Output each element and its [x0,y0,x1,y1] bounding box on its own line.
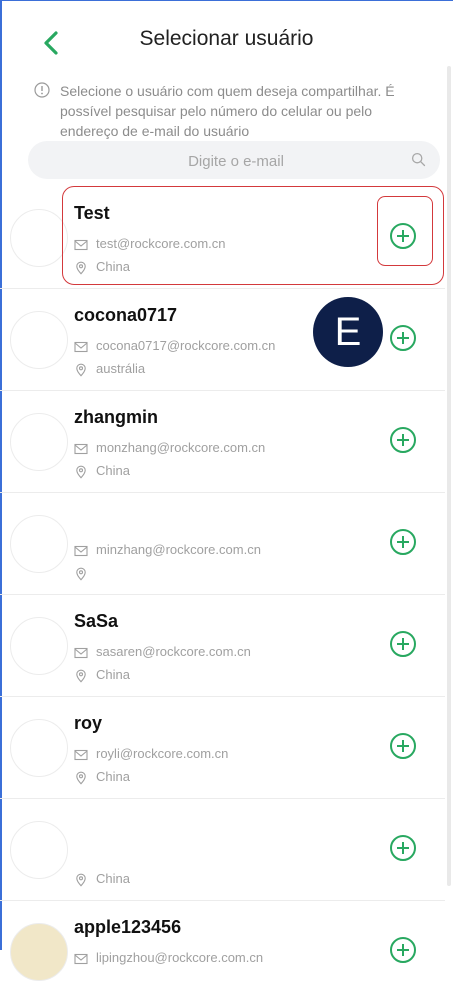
avatar [10,209,68,267]
location-text: China [96,667,130,682]
location-pin-icon [76,465,86,479]
avatar [10,515,68,573]
add-user-button[interactable] [388,731,418,761]
email-text: cocona0717@rockcore.com.cn [96,338,276,353]
mail-icon [74,953,88,965]
add-user-button[interactable] [388,323,418,353]
search-bar[interactable] [28,141,444,181]
location-text: China [96,871,130,886]
location-pin-icon [76,363,86,377]
mail-icon [74,443,88,455]
email-text: royli@rockcore.com.cn [96,746,229,761]
avatar [10,617,68,675]
add-user-button[interactable] [388,629,418,659]
add-user-button[interactable] [388,935,418,965]
mail-icon [74,545,88,557]
user-row[interactable]: roy royli@rockcore.com.cn China [0,697,453,799]
add-user-button[interactable] [388,833,418,863]
user-row[interactable]: zhangmin monzhang@rockcore.com.cn China [0,391,453,493]
avatar [10,923,68,981]
location-pin-icon [76,567,86,581]
user-row[interactable]: cocona0717 cocona0717@rockcore.com.cn au… [0,289,453,391]
annotation-badge: E [313,297,383,367]
selection-highlight-button [377,196,433,266]
info-icon [34,82,50,98]
user-name: roy [74,713,103,733]
user-row[interactable]: SaSa sasaren@rockcore.com.cn China [0,595,453,697]
email-text: minzhang@rockcore.com.cn [96,542,261,557]
search-input[interactable] [28,141,444,181]
avatar [10,719,68,777]
avatar [10,311,68,369]
location-text: China [96,463,130,478]
location-pin-icon [76,669,86,683]
avatar [10,821,68,879]
email-text: monzhang@rockcore.com.cn [96,440,266,455]
add-user-button[interactable] [388,527,418,557]
add-user-button[interactable] [388,425,418,455]
email-text: lipingzhou@rockcore.com.cn [96,950,264,965]
location-text: China [96,769,130,784]
user-row[interactable]: minzhang@rockcore.com.cn [0,493,453,595]
user-row[interactable]: China [0,799,453,901]
search-icon[interactable] [411,152,426,167]
email-text: sasaren@rockcore.com.cn [96,644,251,659]
user-row[interactable]: apple123456 lipingzhou@rockcore.com.cn [0,901,453,1003]
location-pin-icon [76,873,86,887]
mail-icon [74,341,88,353]
user-name: zhangmin [74,407,158,427]
mail-icon [74,749,88,761]
user-name: apple123456 [74,917,182,937]
hint-text: Selecione o usuário com quem deseja comp… [60,83,395,139]
user-name: SaSa [74,611,119,631]
avatar [10,413,68,471]
mail-icon [74,647,88,659]
location-text: austrália [96,361,146,376]
page-title: Selecionar usuário [139,27,314,50]
location-pin-icon [76,771,86,785]
header: Selecionar usuário [0,0,453,84]
user-name: cocona0717 [74,305,178,325]
